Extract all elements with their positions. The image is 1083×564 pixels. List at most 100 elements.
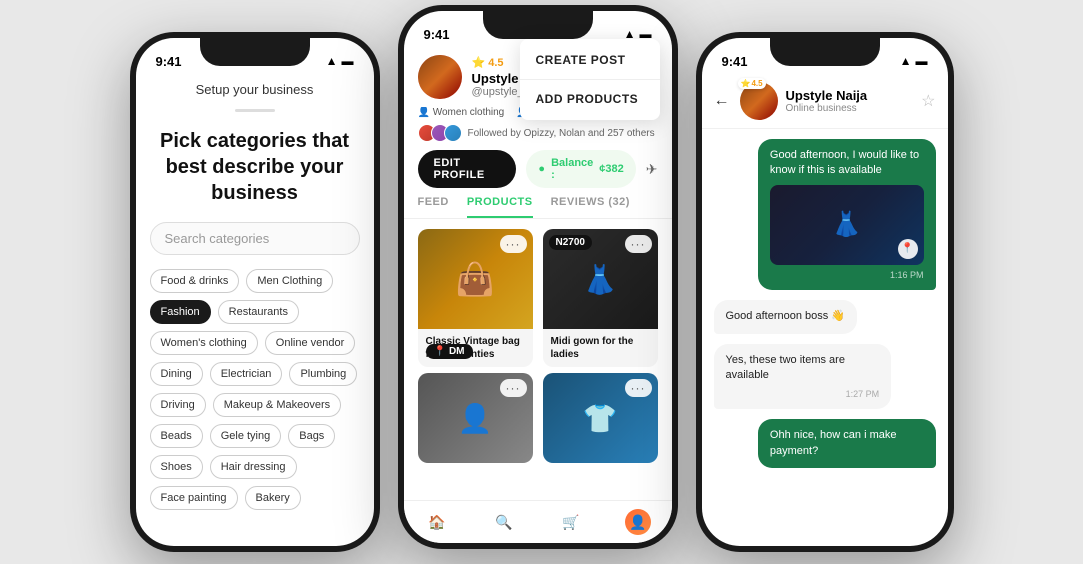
status-time-2: 9:41	[424, 27, 450, 42]
avatar-image	[418, 55, 462, 99]
product-card-gown[interactable]: 👗 ··· N2700 Midi gown for the ladies	[543, 229, 658, 367]
tag-dining[interactable]: Dining	[150, 362, 203, 386]
tag-food-drinks[interactable]: Food & drinks	[150, 269, 240, 293]
phone-3: 9:41 ▲ ▬ ← ⭐ 4.5 Upstyle Naija Online bu…	[696, 32, 954, 552]
nav-home[interactable]: 🏠	[424, 509, 450, 535]
phone-notch	[200, 38, 310, 66]
category-tags: Food & drinks Men Clothing Fashion Resta…	[150, 269, 360, 510]
product-price-badge: N2700	[549, 235, 592, 250]
setup-header: Setup your business	[150, 82, 360, 97]
followed-by: Followed by Opizzy, Nolan and 257 others	[418, 124, 658, 142]
tag-plumbing[interactable]: Plumbing	[289, 362, 357, 386]
status-time: 9:41	[156, 54, 182, 69]
msg-text-3: Yes, these two items are available	[726, 354, 845, 381]
msg-text-2: Good afternoon boss 👋	[726, 310, 846, 322]
send-icon[interactable]: ✈	[646, 161, 658, 178]
followed-avatars	[418, 124, 462, 142]
product-card-bag[interactable]: 👜 ··· 📍 DM Classic Vintage bag for big a…	[418, 229, 533, 367]
menu-divider	[520, 79, 660, 80]
create-post-item[interactable]: CREATE POST	[520, 43, 660, 77]
search-categories[interactable]: Search categories	[150, 222, 360, 255]
avatar	[418, 55, 462, 99]
balance-label: Balance :	[551, 157, 593, 181]
msg-3: Yes, these two items are available 1:27 …	[714, 344, 892, 409]
msg-1: Good afternoon, I would like to know if …	[758, 139, 936, 290]
divider	[235, 109, 275, 112]
tag-makeup[interactable]: Makeup & Makeovers	[213, 393, 341, 417]
products-grid: 👜 ··· 📍 DM Classic Vintage bag for big a…	[404, 219, 672, 473]
tag-womens-clothing[interactable]: Women's clothing	[150, 331, 258, 355]
phone-notch-2	[483, 11, 593, 39]
product-name-gown: Midi gown for the ladies	[543, 329, 658, 367]
nav-cart[interactable]: 🛒	[558, 509, 584, 535]
tag-driving[interactable]: Driving	[150, 393, 206, 417]
rating-value: 4.5	[488, 57, 503, 69]
product-options-1[interactable]: ···	[500, 235, 527, 253]
chat-rating-value: 4.5	[751, 79, 762, 88]
follower-avatar-3	[444, 124, 462, 142]
tag-face-painting[interactable]: Face painting	[150, 486, 238, 510]
phone-2: CREATE POST ADD PRODUCTS 9:41 ▲ ▬ ⭐ 4.5	[398, 5, 678, 549]
msg-2: Good afternoon boss 👋	[714, 300, 858, 333]
tag-men-clothing[interactable]: Men Clothing	[246, 269, 333, 293]
back-button[interactable]: ←	[714, 92, 730, 110]
product-options-3[interactable]: ···	[500, 379, 527, 397]
msg-4: Ohh nice, how can i make payment?	[758, 419, 936, 468]
chat-status: Online business	[786, 103, 914, 114]
balance-value: ¢382	[599, 163, 623, 175]
msg-text-4: Ohh nice, how can i make payment?	[770, 429, 897, 456]
tag-beads[interactable]: Beads	[150, 424, 203, 448]
tab-reviews[interactable]: REVIEWS (32)	[551, 196, 630, 218]
status-icons-3: ▲ ▬	[900, 54, 928, 68]
msg-time-1: 1:16 PM	[770, 269, 924, 282]
tag-online-vendor[interactable]: Online vendor	[265, 331, 356, 355]
phone1-content: Setup your business Pick categories that…	[136, 74, 374, 546]
product-options-2[interactable]: ···	[625, 235, 652, 253]
tag-gele[interactable]: Gele tying	[210, 424, 282, 448]
phone-notch-3	[770, 38, 880, 66]
add-products-item[interactable]: ADD PRODUCTS	[520, 82, 660, 116]
product-card-person[interactable]: 👤 ···	[418, 373, 533, 463]
tab-products[interactable]: PRODUCTS	[467, 196, 533, 218]
chat-messages: Good afternoon, I would like to know if …	[702, 129, 948, 517]
product-card-shirt[interactable]: 👕 ···	[543, 373, 658, 463]
product-dm-badge: 📍 DM	[426, 344, 473, 359]
bookmark-icon[interactable]: ☆	[921, 91, 935, 111]
page-title: Pick categories that best describe your …	[150, 128, 360, 206]
balance-dot: ●	[538, 163, 545, 175]
chat-rating: ⭐ 4.5	[738, 78, 766, 89]
msg-time-3: 1:27 PM	[726, 388, 880, 401]
tag-bags[interactable]: Bags	[288, 424, 335, 448]
tag-bakery[interactable]: Bakery	[245, 486, 301, 510]
dropdown-menu: CREATE POST ADD PRODUCTS	[520, 39, 660, 120]
location-pin-icon: 📍	[898, 239, 918, 259]
status-time-3: 9:41	[722, 54, 748, 69]
cat-women: 👤 Women clothing	[418, 107, 505, 118]
battery-icon-3: ▬	[916, 54, 928, 68]
star-icon: ⭐	[472, 56, 486, 69]
product-options-4[interactable]: ···	[625, 379, 652, 397]
edit-profile-button[interactable]: EDIT PROFILE	[418, 150, 517, 188]
followed-text: Followed by Opizzy, Nolan and 257 others	[468, 128, 655, 139]
tab-feed[interactable]: FEED	[418, 196, 449, 218]
chat-info: Upstyle Naija Online business	[786, 88, 914, 114]
tag-shoes[interactable]: Shoes	[150, 455, 203, 479]
phone-1: 9:41 ▲ ▬ Setup your business Pick catego…	[130, 32, 380, 552]
profile-tabs: FEED PRODUCTS REVIEWS (32)	[404, 196, 672, 219]
balance-badge: ● Balance : ¢382	[526, 150, 635, 188]
msg-image-1: 👗 📍	[770, 185, 924, 265]
wifi-icon: ▲	[326, 54, 338, 68]
tag-hair[interactable]: Hair dressing	[210, 455, 297, 479]
nav-profile[interactable]: 👤	[625, 509, 651, 535]
nav-search[interactable]: 🔍	[491, 509, 517, 535]
status-icons: ▲ ▬	[326, 54, 354, 68]
location-dot: 📍	[434, 346, 446, 357]
tag-electrician[interactable]: Electrician	[210, 362, 283, 386]
chat-name: Upstyle Naija	[786, 88, 914, 103]
tag-restaurants[interactable]: Restaurants	[218, 300, 299, 324]
msg-text-1: Good afternoon, I would like to know if …	[770, 149, 919, 176]
battery-icon: ▬	[342, 54, 354, 68]
wifi-icon-3: ▲	[900, 54, 912, 68]
chat-avatar: ⭐ 4.5	[740, 82, 778, 120]
tag-fashion[interactable]: Fashion	[150, 300, 211, 324]
